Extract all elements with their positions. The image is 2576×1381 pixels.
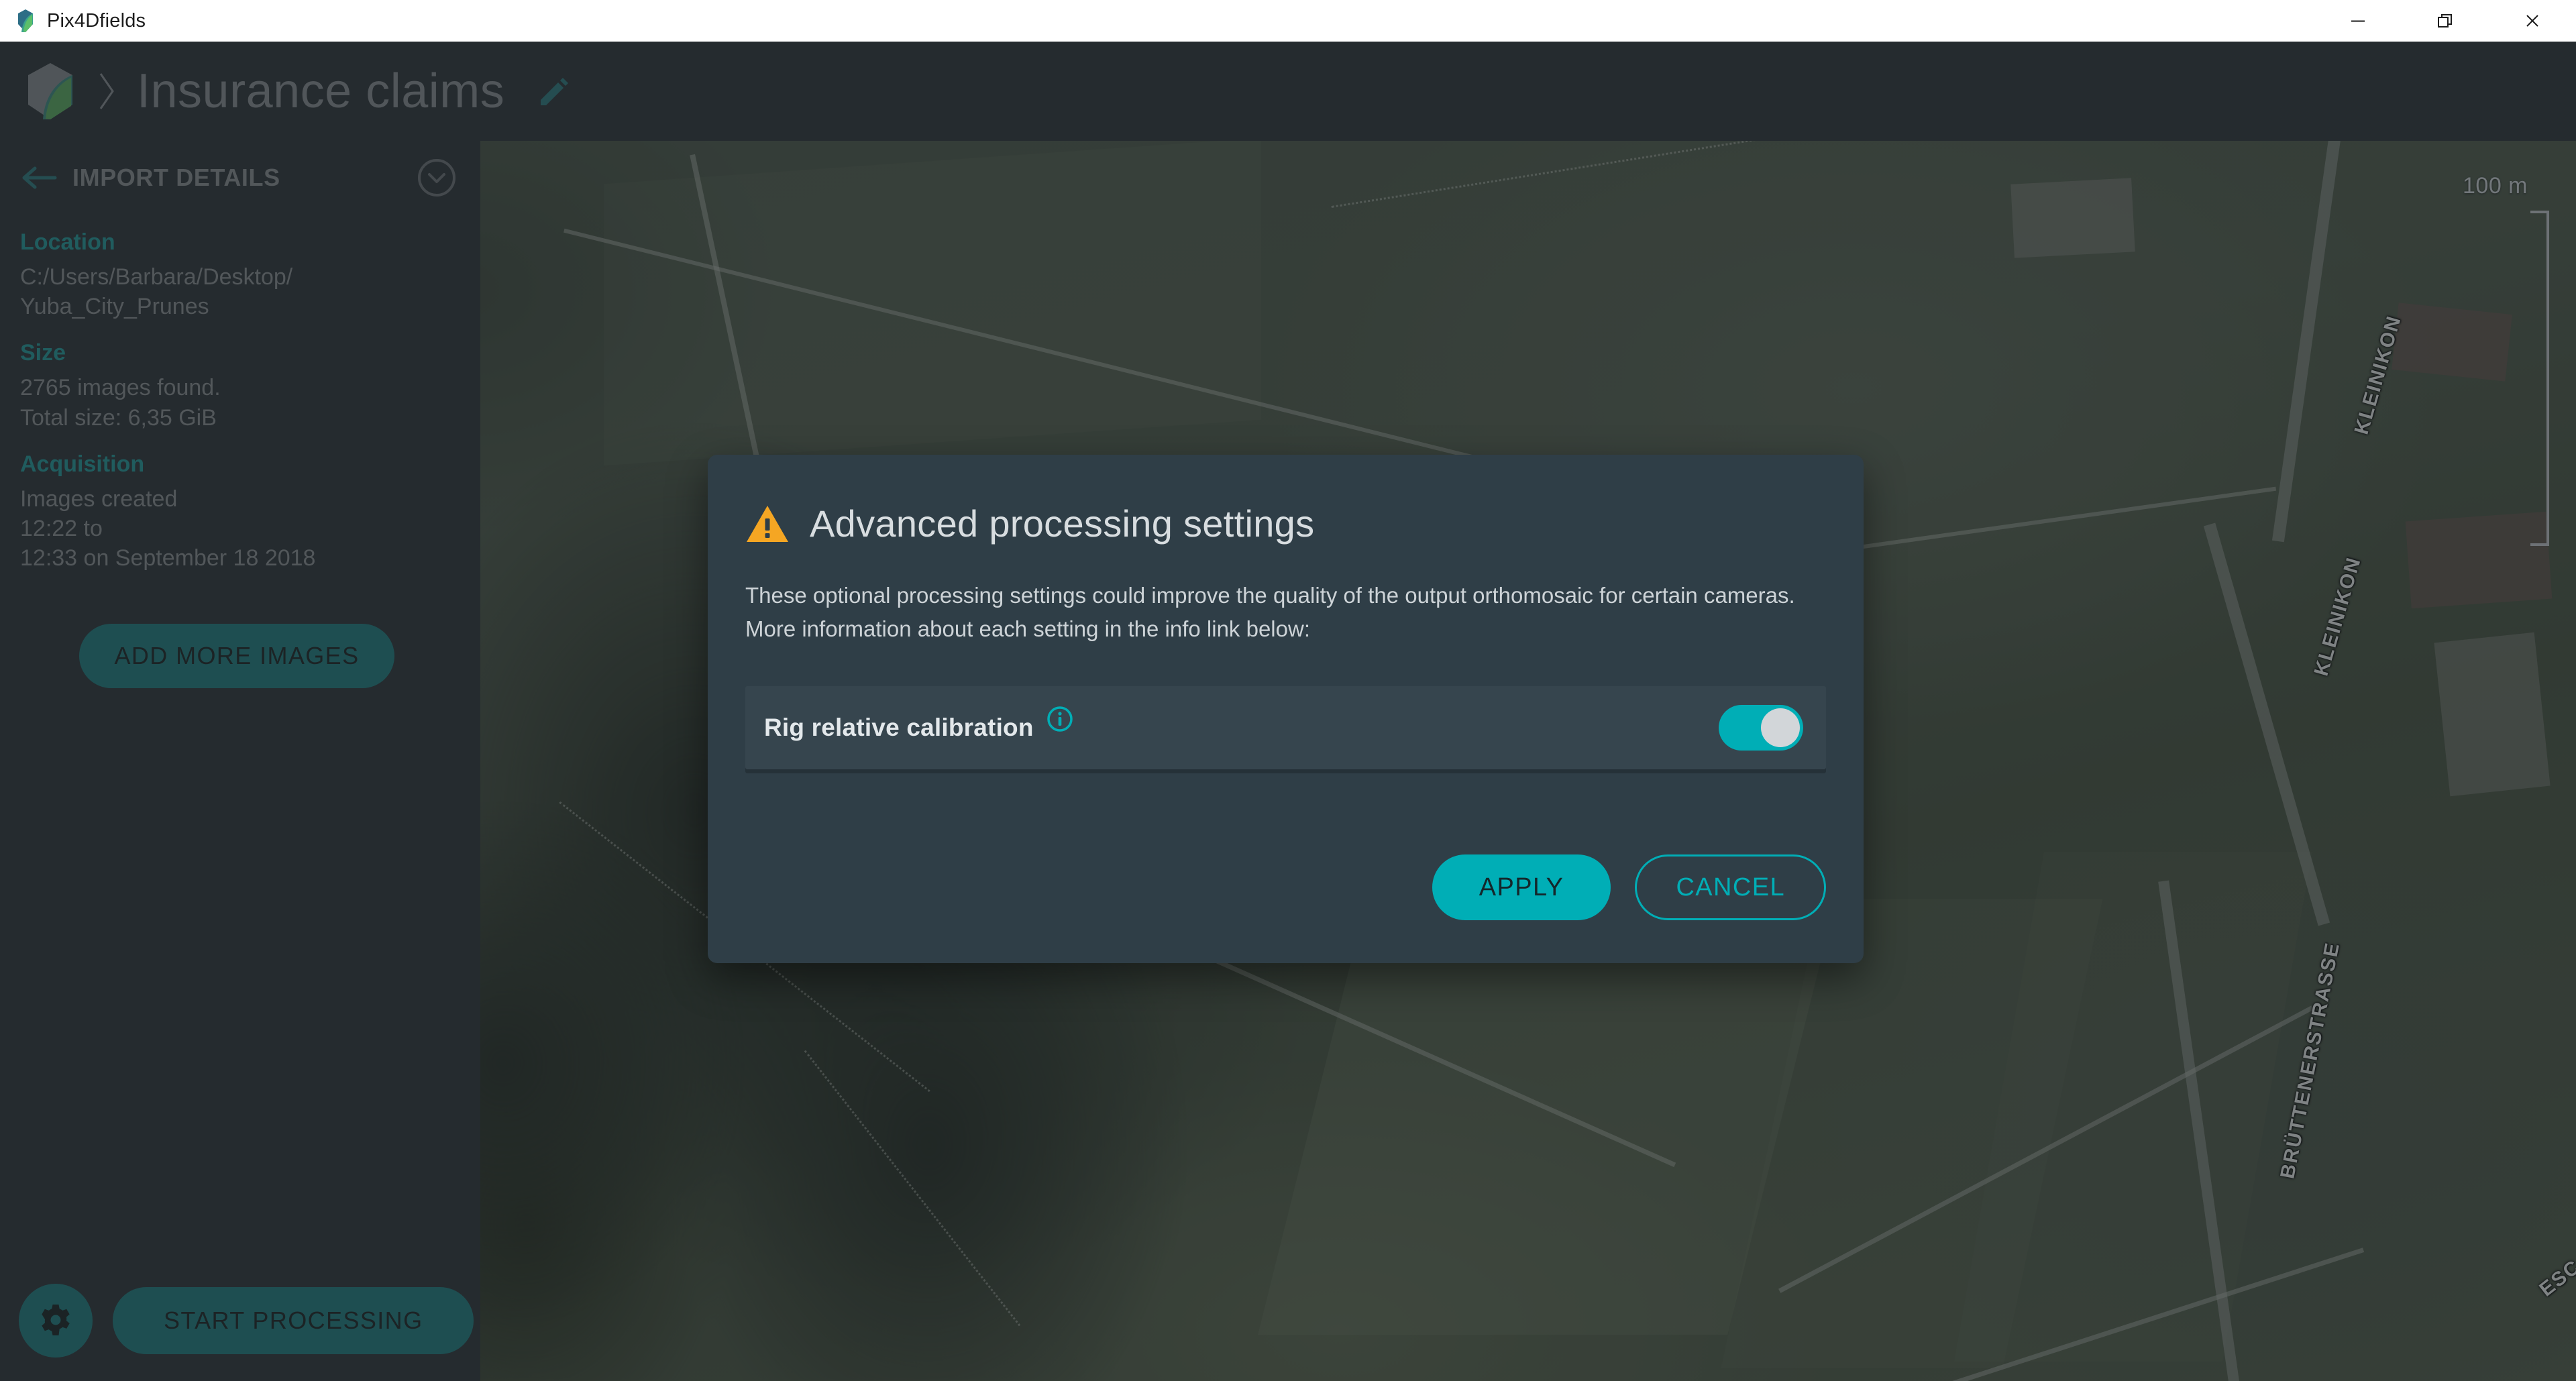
- dialog-title-row: Advanced processing settings: [745, 455, 1826, 545]
- dialog-title: Advanced processing settings: [810, 502, 1315, 545]
- setting-row-rig-relative-calibration: Rig relative calibration: [745, 686, 1826, 770]
- window-title: Pix4Dfields: [47, 9, 146, 32]
- toggle-knob: [1761, 708, 1800, 748]
- restore-icon[interactable]: [2402, 0, 2489, 42]
- dialog-actions: APPLY CANCEL: [1432, 854, 1826, 920]
- info-circle-icon[interactable]: [1046, 705, 1074, 733]
- close-icon[interactable]: [2489, 0, 2576, 42]
- warning-triangle-icon: [745, 504, 790, 544]
- setting-label: Rig relative calibration: [764, 714, 1034, 742]
- apply-button[interactable]: APPLY: [1432, 854, 1611, 920]
- cancel-button[interactable]: CANCEL: [1635, 854, 1826, 920]
- dialog-body-text: These optional processing settings could…: [745, 583, 1795, 642]
- window-titlebar: Pix4Dfields: [0, 0, 2576, 42]
- advanced-processing-settings-dialog: Advanced processing settings These optio…: [708, 455, 1864, 963]
- rig-relative-calibration-toggle[interactable]: [1719, 705, 1803, 751]
- pix4dfields-logo-icon: [12, 7, 39, 34]
- minimize-icon[interactable]: [2314, 0, 2402, 42]
